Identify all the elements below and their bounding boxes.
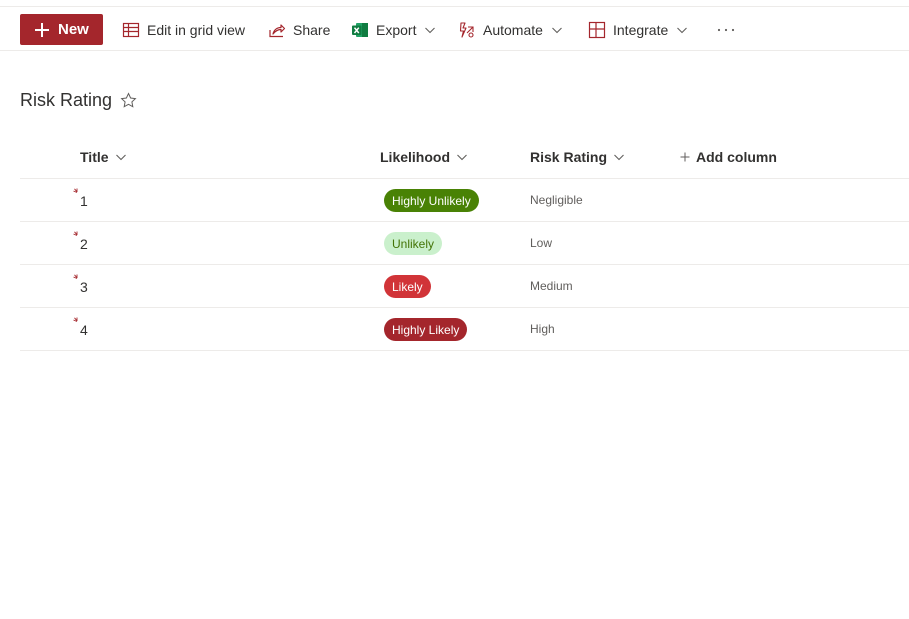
likelihood-pill: Unlikely [384,232,443,255]
column-header-risk-rating[interactable]: Risk Rating [530,146,625,168]
edit-grid-view-button[interactable]: Edit in grid view [122,14,245,45]
plus-icon [35,22,49,37]
likelihood-pill: Likely [384,275,431,298]
integrate-button[interactable]: Integrate [588,14,688,45]
risk-rating-value: Low [530,236,553,250]
likelihood-pill: Highly Likely [384,318,468,341]
risk-rating-value: High [530,322,555,336]
integrate-label: Integrate [613,21,669,38]
more-icon [717,28,735,31]
command-bar: New Edit in grid view Share Export Autom… [0,6,909,51]
excel-icon [352,22,368,37]
page-title: Risk Rating [20,90,113,110]
row-title[interactable]: 1 [80,193,88,209]
column-header-risk-rating-label: Risk Rating [530,149,608,165]
chevron-down-icon [552,27,562,33]
share-label: Share [293,21,331,38]
more-options-button[interactable] [714,14,738,45]
page: New Edit in grid view Share Export Autom… [0,0,909,619]
grid-icon [122,22,140,37]
risk-rating-value: Negligible [530,193,583,207]
automate-icon [459,21,474,38]
chevron-down-icon [457,154,467,161]
share-icon [269,23,286,37]
table-row[interactable]: 2 Unlikely Low [20,222,909,265]
chevron-down-icon [425,27,436,33]
column-header-likelihood-label: Likelihood [380,149,450,165]
plus-icon [680,152,690,162]
likelihood-pill: Highly Unlikely [384,189,479,212]
automate-button[interactable]: Automate [458,14,563,45]
automate-label: Automate [483,21,543,38]
row-title[interactable]: 2 [80,236,88,252]
column-header-title[interactable]: Title [80,146,127,168]
new-button-label: New [58,21,89,38]
share-button[interactable]: Share [268,14,330,45]
risk-rating-value: Medium [530,279,573,293]
add-column-button[interactable]: Add column [680,146,777,168]
edit-grid-view-label: Edit in grid view [147,21,246,38]
table-row[interactable]: 4 Highly Likely High [20,308,909,351]
table-row[interactable]: 3 Likely Medium [20,265,909,308]
integrate-icon [588,21,606,38]
export-label: Export [376,21,417,38]
row-title[interactable]: 4 [80,322,88,338]
export-button[interactable]: Export [351,14,436,45]
table-row[interactable]: 1 Highly Unlikely Negligible [20,179,909,222]
chevron-down-icon [614,154,624,161]
row-title[interactable]: 3 [80,279,88,295]
column-header-title-label: Title [80,149,109,165]
add-column-label: Add column [696,149,777,165]
chevron-down-icon [115,154,126,161]
column-header-likelihood[interactable]: Likelihood [380,146,468,168]
new-button[interactable]: New [20,14,103,45]
star-icon[interactable] [120,92,137,109]
chevron-down-icon [677,27,688,33]
